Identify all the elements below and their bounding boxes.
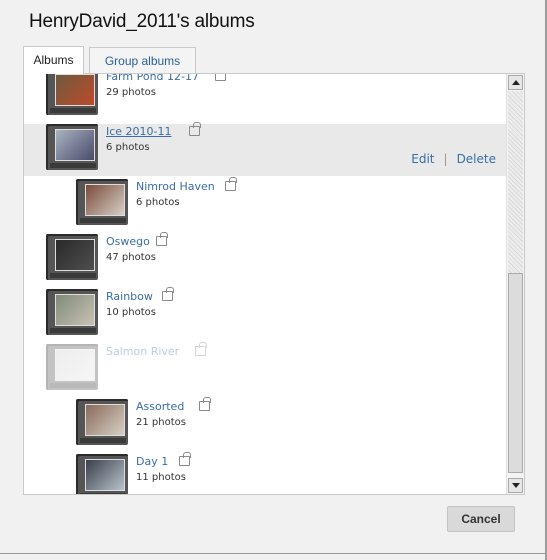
album-row[interactable]: Salmon River xyxy=(24,342,506,396)
album-book-edge xyxy=(50,163,96,168)
album-thumbnail[interactable] xyxy=(76,399,128,445)
album-name-link[interactable]: Oswego xyxy=(106,235,150,248)
tab-albums[interactable]: Albums xyxy=(23,46,84,74)
album-row[interactable]: Day 1 11 photos xyxy=(24,452,506,494)
lock-icon xyxy=(188,122,201,136)
lock-icon xyxy=(215,74,226,81)
delete-album-link[interactable]: Delete xyxy=(457,152,496,166)
scroll-thumb[interactable] xyxy=(508,273,523,473)
album-book-edge xyxy=(80,493,126,494)
album-book-edge xyxy=(50,273,96,278)
divider xyxy=(0,553,547,554)
dialog-title: HenryDavid_2011's albums xyxy=(29,11,255,32)
album-cover-photo xyxy=(55,239,95,271)
lock-icon xyxy=(162,287,175,301)
cancel-button[interactable]: Cancel xyxy=(447,506,515,532)
vertical-scrollbar[interactable] xyxy=(506,74,524,494)
album-photo-count: 29 photos xyxy=(106,87,156,98)
scroll-track[interactable] xyxy=(508,91,523,273)
album-row[interactable]: Rainbow 10 photos xyxy=(24,287,506,341)
album-cover-photo xyxy=(55,129,95,161)
album-thumbnail[interactable] xyxy=(46,74,98,115)
lock-icon xyxy=(195,342,208,356)
album-name-link[interactable]: Day 1 xyxy=(136,455,168,468)
album-photo-count: 6 photos xyxy=(106,142,150,153)
album-name-link[interactable]: Nimrod Haven xyxy=(136,180,215,193)
album-thumbnail[interactable] xyxy=(46,234,98,280)
album-row[interactable]: Ice 2010-11 6 photos Edit | Delete xyxy=(24,122,506,176)
album-name-link[interactable]: Farm Pond 12-17 xyxy=(106,74,199,83)
album-book-edge xyxy=(50,383,96,388)
album-list: Farm Pond 12-17 29 photos Ice 2010-11 6 pho… xyxy=(24,74,506,494)
album-book-edge xyxy=(80,438,126,443)
album-cover-photo xyxy=(85,404,125,436)
album-name-link[interactable]: Ice 2010-11 xyxy=(106,125,172,138)
albums-dialog: HenryDavid_2011's albums Albums Group al… xyxy=(0,0,547,560)
album-list-panel: Farm Pond 12-17 29 photos Ice 2010-11 6 pho… xyxy=(23,73,525,495)
album-row[interactable]: Nimrod Haven 6 photos xyxy=(24,177,506,231)
album-thumbnail[interactable] xyxy=(76,179,128,225)
album-book-edge xyxy=(80,218,126,223)
album-row[interactable]: Oswego 47 photos xyxy=(24,232,506,286)
album-book-edge xyxy=(50,108,96,113)
scroll-down-arrow-icon[interactable] xyxy=(508,478,523,493)
album-thumbnail[interactable] xyxy=(46,289,98,335)
album-photo-count: 11 photos xyxy=(136,472,186,483)
album-name-link[interactable]: Assorted xyxy=(136,400,184,413)
album-photo-count: 47 photos xyxy=(106,252,156,263)
tab-group-albums[interactable]: Group albums xyxy=(89,47,196,74)
album-cover-photo xyxy=(85,459,125,491)
edit-album-link[interactable]: Edit xyxy=(411,152,434,166)
album-name-link[interactable]: Rainbow xyxy=(106,290,153,303)
album-name-link[interactable]: Salmon River xyxy=(106,345,179,358)
album-row[interactable]: Farm Pond 12-17 29 photos xyxy=(24,74,506,121)
row-actions: Edit | Delete xyxy=(411,152,496,166)
action-separator: | xyxy=(443,152,448,166)
album-thumbnail[interactable] xyxy=(76,454,128,494)
scroll-up-arrow-icon[interactable] xyxy=(508,75,523,90)
lock-icon xyxy=(198,397,211,411)
album-thumbnail[interactable] xyxy=(46,344,98,390)
lock-icon xyxy=(225,177,238,191)
album-row[interactable]: Assorted 21 photos xyxy=(24,397,506,451)
album-cover-photo xyxy=(55,349,95,381)
album-photo-count: 21 photos xyxy=(136,417,186,428)
album-photo-count: 6 photos xyxy=(136,197,180,208)
album-cover-photo xyxy=(55,294,95,326)
lock-icon xyxy=(155,232,168,246)
album-photo-count: 10 photos xyxy=(106,307,156,318)
album-book-edge xyxy=(50,328,96,333)
album-cover-photo xyxy=(55,74,95,106)
lock-icon xyxy=(179,452,191,466)
album-thumbnail[interactable] xyxy=(46,124,98,170)
album-cover-photo xyxy=(85,184,125,216)
